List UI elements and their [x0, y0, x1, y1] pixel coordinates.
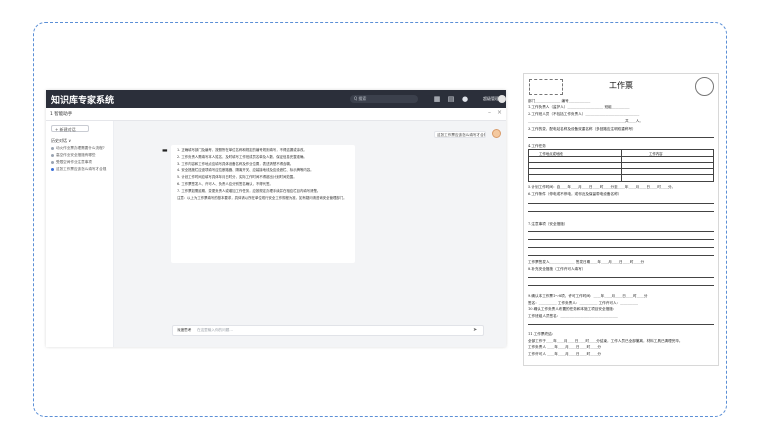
work-ticket-document: 工作票 部门______________ 编号____________ 1.工作负… [523, 73, 719, 366]
document-line: 2.工作班人员（不包括工作负责人）_______________________… [528, 112, 640, 116]
bot-icon: ▬ [162, 147, 168, 154]
page-subtitle: 1 智能助手 [50, 112, 73, 117]
answer-bubble: 1. 正确填写部门及编号，按照所在单位名称和规定的编号规则填写，不得遗漏或涂改。… [171, 145, 355, 263]
document-line: 5.计划工作时间：自____年____月____日____时____分至____… [528, 185, 676, 189]
blank-rule [528, 247, 714, 248]
chat-icon [51, 153, 54, 157]
minimize-icon[interactable]: – [488, 109, 491, 116]
answer-line: 3. 工作内容和工作地点应填写具体设备名称及作业位置，表述清楚不得含糊。 [177, 161, 294, 166]
blank-rule [528, 211, 714, 212]
close-icon[interactable]: × [497, 109, 502, 116]
blank-rule [528, 137, 714, 138]
document-line: 签名：__________ 工作负责人：__________ 工作许可人：___… [528, 301, 639, 305]
blank-rule [528, 285, 714, 286]
answer-line: 5. 计划工作时间应填写具体年月日时分，实际工作时间不得超出计划时间范围。 [177, 175, 297, 180]
answer-line: 1. 正确填写部门及编号，按照所在单位名称和规定的编号规则填写，不得遗漏或涂改。 [177, 148, 307, 152]
document-line: 工作负责人 ____年____月____日____时____分 [528, 345, 602, 349]
seal-circle [695, 77, 714, 96]
search-input[interactable]: Q 搜索 [350, 95, 418, 103]
document-line: 8.补充安全措施（工作许可人填写） [528, 267, 586, 271]
document-line: 工作票签发人______________ 签发日期____年____月____日… [528, 260, 645, 264]
blank-rule [528, 277, 714, 278]
document-line: 全部工作于____年____月____日____时____分结束，工作人员已全部… [528, 339, 683, 343]
document-line: 6.工作条件（停电或不停电，或邻近及保留带电设备名称） [528, 192, 622, 196]
table-divider [621, 150, 622, 181]
bell-icon[interactable]: ● [460, 94, 470, 104]
blank-rule [528, 239, 714, 240]
blank-rule [528, 203, 714, 204]
clipboard-icon[interactable]: ▤ [446, 94, 456, 104]
sidebar: + 新建对话 历史对话 ∨ 动火作业票办理需要什么流程? 高空作业安全措施有哪些… [46, 121, 114, 347]
document-line: 工作许可人 ____年____月____日____时____分 [528, 352, 602, 356]
document-line: 11.工作票终结： [528, 332, 556, 336]
document-line: 3.工作的变、配电站名称及设备双重名称（多回路应注明双重称号） [528, 127, 636, 131]
document-line: 部门______________ 编号____________ [528, 99, 591, 103]
chat-icon [51, 146, 54, 150]
avatar[interactable] [498, 95, 506, 103]
history-item[interactable]: 受限空间作业注意事项 [51, 160, 111, 165]
answer-line: 6. 工作票签发人、许可人、负责人应分别签名确认，不得代签。 [177, 181, 273, 186]
answer-line: 4. 安全措施栏应逐项填写应拉断路器、隔离开关、应装接地线及应设遮栏、标示牌等内… [177, 168, 314, 173]
document-line: 工作班组人员签名：_______________________________… [528, 314, 618, 318]
user-question: 这张工作票应该怎么填写才合规呢 [434, 131, 486, 138]
document-line: 1.工作负责人（监护人）____________________ 班组_____… [528, 105, 630, 109]
history-item-active[interactable]: 这张工作票应该怎么填写才合规 [51, 167, 111, 172]
stamp-box [529, 79, 563, 95]
answer-line: 注意：以上为工作票填写的基本要求，具体请以所在单位现行安全工作规程为准，如有疑问… [177, 195, 347, 200]
deep-think-toggle[interactable]: 深度思考 [177, 328, 191, 333]
app-title: 知识库专家系统 [51, 96, 115, 106]
document-line: 9.确认本工作票1～8项，许可工作时间：____年____月____日____时… [528, 294, 648, 298]
new-chat-button[interactable]: + 新建对话 [51, 125, 89, 132]
document-line: ________________________________________… [528, 119, 643, 123]
blank-rule [528, 324, 714, 325]
answer-line: 7. 工作票如需延期、变更负责人或增加工作任务，应按规定办理手续并在相应栏目内填… [177, 188, 321, 193]
document-line: 7.注意事项（安全措施） [528, 222, 568, 226]
top-bar: 知识库专家系统 Q 搜索 ▦ ▤ ● 超级管理员 [46, 90, 506, 108]
task-table: 工作地点或地段 工作内容 [528, 149, 714, 182]
app-window: 知识库专家系统 Q 搜索 ▦ ▤ ● 超级管理员 1 智能助手 – × + 新建… [46, 90, 506, 347]
answer-line: 2. 工作负责人需填写本人姓名，及时填写工作班成员名单及人数，保证信息完整准确。 [177, 154, 307, 159]
chat-area: 这张工作票应该怎么填写才合规呢 ▬ 1. 正确填写部门及编号，按照所在单位名称和… [114, 121, 506, 347]
chat-input[interactable]: 深度思考 在这里输入你的问题… ➤ [172, 325, 484, 336]
chat-icon [51, 167, 54, 171]
history-item[interactable]: 高空作业安全措施有哪些 [51, 153, 111, 158]
document-title: 工作票 [609, 81, 633, 90]
chat-icon [51, 160, 54, 164]
blank-rule [528, 231, 714, 232]
blank-rule [528, 255, 714, 256]
history-label[interactable]: 历史对话 ∨ [51, 138, 71, 144]
document-line: 10.确认工作负责人布置的任务和本施工项目安全措施： [528, 307, 617, 311]
input-placeholder: 在这里输入你的问题… [197, 328, 233, 332]
grid-icon[interactable]: ▦ [432, 94, 442, 104]
user-avatar [492, 129, 501, 138]
sub-bar: 1 智能助手 – × [46, 108, 506, 121]
history-item[interactable]: 动火作业票办理需要什么流程? [51, 146, 111, 151]
send-icon[interactable]: ➤ [473, 327, 477, 333]
